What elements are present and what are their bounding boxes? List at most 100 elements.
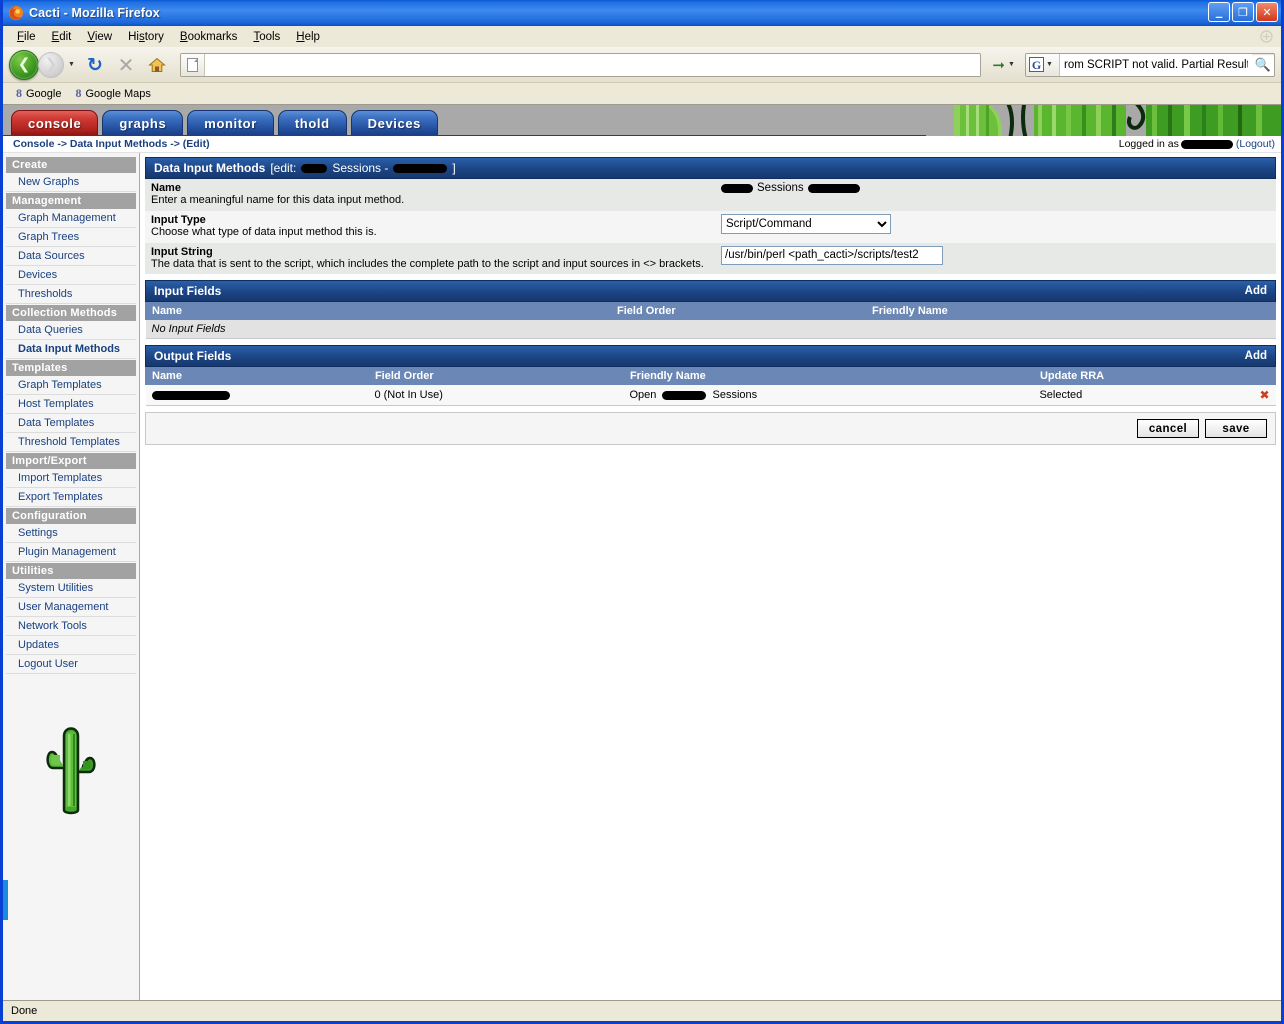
redacted-title-token-2 xyxy=(393,163,448,173)
minimize-button[interactable]: _ xyxy=(1208,2,1230,22)
redacted-output-name xyxy=(151,390,230,400)
table-row[interactable]: 0 (Not In Use) Open Sessions Selected ✖ xyxy=(145,385,1276,407)
close-icon: ✕ xyxy=(1262,5,1272,19)
delete-x-icon[interactable]: ✖ xyxy=(1253,385,1276,407)
name-label-cell: Name Enter a meaningful name for this da… xyxy=(145,179,715,211)
sidebar-item-logout-user[interactable]: Logout User xyxy=(6,655,136,674)
logged-in-label: Logged in as xyxy=(1118,138,1179,150)
close-button[interactable]: ✕ xyxy=(1256,2,1278,22)
sidebar-item-host-templates[interactable]: Host Templates xyxy=(6,395,136,414)
menu-item-bookmarks[interactable]: Bookmarks xyxy=(172,29,246,45)
input-fields-panel: Input Fields Add Name Field Order Friend… xyxy=(145,280,1276,340)
sidebar-item-graph-templates[interactable]: Graph Templates xyxy=(6,376,136,395)
search-engine-selector[interactable]: G ▼ xyxy=(1026,53,1060,76)
tab-graphs[interactable]: graphs xyxy=(102,110,184,135)
column-header-name[interactable]: Name xyxy=(145,367,369,386)
sidebar-item-thresholds[interactable]: Thresholds xyxy=(6,285,136,304)
back-arrow-icon[interactable]: ❮ xyxy=(9,49,39,80)
home-icon[interactable] xyxy=(143,51,171,79)
sidebar-item-data-queries[interactable]: Data Queries xyxy=(6,321,136,340)
search-bar[interactable]: G ▼ 🔍 xyxy=(1025,52,1275,77)
forward-arrow-icon[interactable]: ❯ xyxy=(38,51,64,78)
scroll-position-marker xyxy=(3,880,8,920)
input-fields-header: Input Fields Add xyxy=(145,280,1276,303)
sidebar-item-new-graphs[interactable]: New Graphs xyxy=(6,173,136,192)
column-header-friendly-name[interactable]: Friendly Name xyxy=(622,367,1034,386)
input-string-input[interactable] xyxy=(721,245,943,265)
tab-label: thold xyxy=(294,115,330,131)
menu-item-file[interactable]: File xyxy=(9,29,44,45)
cactus-logo-icon xyxy=(46,727,96,815)
menu-item-view[interactable]: View xyxy=(79,29,120,45)
sidebar-item-data-sources[interactable]: Data Sources xyxy=(6,247,136,266)
menu-item-help[interactable]: Help xyxy=(288,29,328,45)
data-input-methods-panel: Data Input Methods [edit: Sessions - ] N… xyxy=(145,157,1276,275)
page-viewport: console graphs monitor thold Devices Con… xyxy=(3,105,1281,1000)
sidebar-item-system-utilities[interactable]: System Utilities xyxy=(6,579,136,598)
sidebar-item-export-templates[interactable]: Export Templates xyxy=(6,488,136,507)
column-header-name[interactable]: Name xyxy=(145,302,611,321)
sidebar-item-plugin-management[interactable]: Plugin Management xyxy=(6,543,136,562)
tab-console[interactable]: console xyxy=(11,110,99,135)
cancel-button[interactable]: cancel xyxy=(1137,419,1199,439)
redacted-title-token xyxy=(301,163,328,173)
tab-devices[interactable]: Devices xyxy=(350,110,438,135)
sidebar-item-updates[interactable]: Updates xyxy=(6,636,136,655)
menu-item-edit[interactable]: Edit xyxy=(44,29,80,45)
chevron-down-icon[interactable]: ▼ xyxy=(68,61,78,68)
sidebar-item-import-templates[interactable]: Import Templates xyxy=(6,469,136,488)
input-type-select[interactable]: Script/Command xyxy=(721,213,891,234)
reload-icon[interactable]: ↻ xyxy=(81,51,109,79)
column-header-field-order[interactable]: Field Order xyxy=(367,367,624,386)
restore-button[interactable]: ❐ xyxy=(1232,2,1254,22)
redacted-username xyxy=(1180,139,1233,149)
output-fields-add-button[interactable]: Add xyxy=(1245,350,1267,362)
sidebar-header-import-export: Import/Export xyxy=(6,453,136,469)
sidebar-item-devices[interactable]: Devices xyxy=(6,266,136,285)
sidebar-header-configuration: Configuration xyxy=(6,508,136,524)
logout-link[interactable]: (Logout) xyxy=(1236,138,1275,150)
menu-item-tools[interactable]: Tools xyxy=(245,29,288,45)
sidebar-item-data-templates[interactable]: Data Templates xyxy=(6,414,136,433)
input-fields-add-button[interactable]: Add xyxy=(1245,285,1267,297)
tab-thold[interactable]: thold xyxy=(277,110,347,135)
window-controls: _ ❐ ✕ xyxy=(1208,2,1278,22)
data-input-form: Name Enter a meaningful name for this da… xyxy=(145,179,1276,275)
main-content: Data Input Methods [edit: Sessions - ] N… xyxy=(140,153,1281,1000)
menu-item-history[interactable]: History xyxy=(120,29,172,45)
sidebar-item-threshold-templates[interactable]: Threshold Templates xyxy=(6,433,136,452)
sidebar-item-network-tools[interactable]: Network Tools xyxy=(6,617,136,636)
input-fields-table: Name Field Order Friendly Name No Input … xyxy=(145,302,1276,340)
input-fields-title: Input Fields xyxy=(154,284,222,299)
go-arrow-icon[interactable]: ➞ xyxy=(992,56,1005,74)
save-button[interactable]: save xyxy=(1205,419,1267,439)
bookmark-label: Google Maps xyxy=(85,87,151,100)
chevron-down-icon[interactable]: ▼ xyxy=(1046,61,1056,68)
chevron-down-icon[interactable]: ▼ xyxy=(1008,61,1018,68)
search-input[interactable] xyxy=(1060,53,1252,76)
edit-prefix: [edit: xyxy=(270,161,297,175)
sidebar-item-data-input-methods[interactable]: Data Input Methods xyxy=(6,340,136,359)
url-bar[interactable] xyxy=(180,52,982,77)
column-header-friendly-name[interactable]: Friendly Name xyxy=(865,302,1276,321)
column-header-update-rra[interactable]: Update RRA xyxy=(1032,367,1254,386)
breadcrumb: Console -> Data Input Methods -> (Edit) xyxy=(13,138,210,150)
cacti-logo xyxy=(3,674,139,816)
sidebar-item-graph-trees[interactable]: Graph Trees xyxy=(6,228,136,247)
sidebar-item-user-management[interactable]: User Management xyxy=(6,598,136,617)
output-fields-header-row: Name Field Order Friendly Name Update RR… xyxy=(145,367,1277,386)
menu-bar: File Edit View History Bookmarks Tools H… xyxy=(3,26,1281,47)
cell-field-order: 0 (Not In Use) xyxy=(368,385,624,407)
stop-icon[interactable]: ✕ xyxy=(112,51,140,79)
column-header-field-order[interactable]: Field Order xyxy=(610,302,866,321)
tab-monitor[interactable]: monitor xyxy=(187,110,274,135)
bookmark-google-maps[interactable]: 8 Google Maps xyxy=(70,85,155,102)
url-input[interactable] xyxy=(205,53,981,76)
sidebar-item-graph-management[interactable]: Graph Management xyxy=(6,209,136,228)
navigation-toolbar: ❮ ❯ ▼ ↻ ✕ ➞ ▼ G ▼ rom SCRIPT not valid. … xyxy=(3,47,1281,83)
input-fields-header-row: Name Field Order Friendly Name xyxy=(145,302,1276,321)
sidebar-item-settings[interactable]: Settings xyxy=(6,524,136,543)
magnifier-icon[interactable]: 🔍 xyxy=(1252,54,1274,76)
bookmark-google[interactable]: 8 Google xyxy=(11,85,66,102)
input-type-description: Choose what type of data input method th… xyxy=(151,225,377,238)
